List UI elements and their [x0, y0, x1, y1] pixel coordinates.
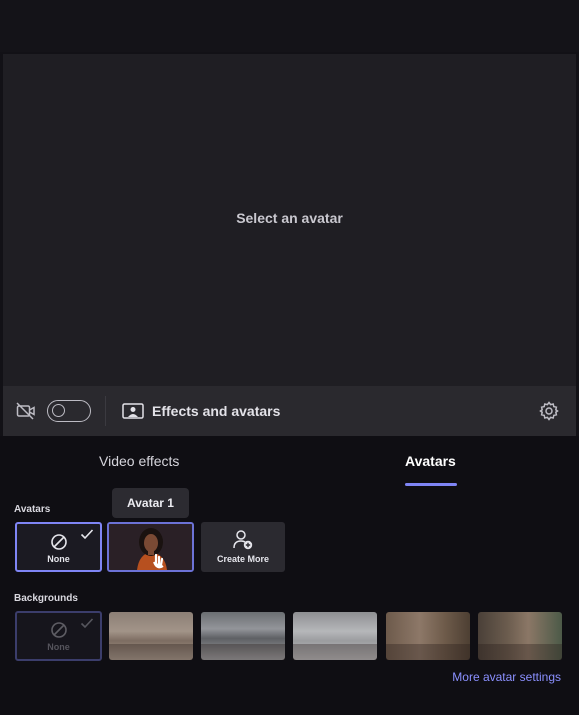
background-thumbnail[interactable] — [109, 612, 193, 660]
avatar-none-option[interactable]: None — [15, 522, 102, 572]
checkmark-icon — [80, 529, 94, 540]
effects-panel: Video effects Avatars Avatars None Avata… — [0, 436, 579, 715]
tab-video-effects[interactable]: Video effects — [99, 453, 179, 469]
preview-message: Select an avatar — [236, 210, 343, 226]
ban-icon — [50, 533, 67, 550]
avatar-1-option[interactable] — [107, 522, 194, 572]
top-bar — [0, 0, 579, 52]
preview-controls-bar: Effects and avatars — [3, 386, 576, 436]
ban-icon — [50, 621, 67, 638]
backgrounds-section-label: Backgrounds — [14, 593, 78, 604]
gear-icon[interactable] — [538, 400, 560, 422]
background-none-label: None — [47, 641, 70, 652]
create-more-label: Create More — [216, 554, 270, 564]
avatar-thumbnail — [109, 524, 192, 570]
active-tab-indicator — [405, 483, 457, 486]
background-thumbnail[interactable] — [293, 612, 377, 660]
camera-off-icon — [13, 398, 39, 424]
effects-and-avatars-button[interactable]: Effects and avatars — [122, 402, 280, 420]
tab-avatars[interactable]: Avatars — [405, 453, 456, 469]
background-thumbnail[interactable] — [201, 612, 285, 660]
avatar-none-label: None — [47, 553, 70, 564]
tab-bar: Video effects Avatars — [0, 436, 579, 488]
background-none-option[interactable]: None — [15, 611, 102, 661]
toggle-knob — [52, 404, 65, 417]
person-frame-icon — [122, 402, 144, 420]
create-more-button[interactable]: Create More — [201, 522, 285, 572]
video-preview: Select an avatar — [3, 54, 576, 386]
background-thumbnail[interactable] — [478, 612, 562, 660]
avatar-tooltip: Avatar 1 — [112, 488, 189, 518]
camera-toggle[interactable] — [47, 400, 91, 422]
divider — [105, 396, 106, 426]
avatars-section-label: Avatars — [14, 504, 51, 515]
checkmark-icon — [80, 618, 94, 629]
effects-and-avatars-label: Effects and avatars — [152, 403, 281, 419]
add-person-icon — [233, 530, 253, 550]
background-thumbnail[interactable] — [386, 612, 470, 660]
more-avatar-settings-link[interactable]: More avatar settings — [452, 670, 561, 684]
